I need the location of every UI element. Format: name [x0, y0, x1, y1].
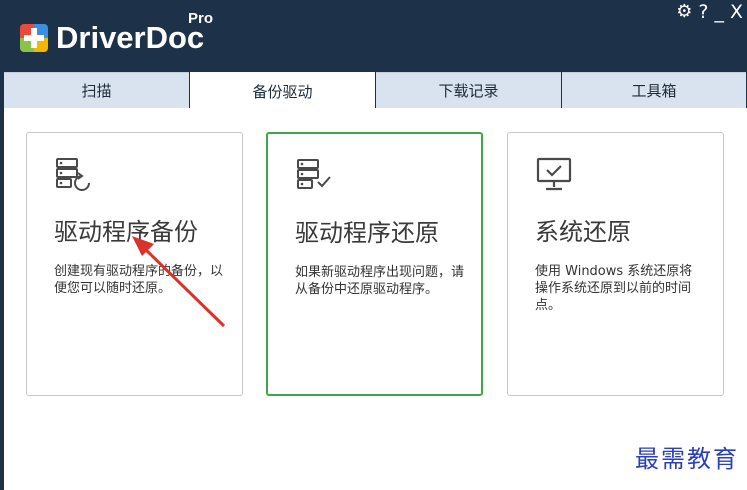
app-logo: DriverDoc Pro	[20, 10, 213, 56]
tab-backup-drivers[interactable]: 备份驱动	[190, 72, 375, 109]
title-bar: DriverDoc Pro ⚙ ? _ X	[0, 0, 747, 72]
help-button[interactable]: ?	[698, 0, 708, 24]
logo-text: DriverDoc	[56, 20, 205, 55]
tab-download-history[interactable]: 下载记录	[376, 72, 561, 108]
server-check-icon	[296, 158, 334, 196]
driver-backup-card[interactable]: 驱动程序备份 创建现有驱动程序的备份，以便您可以随时还原。	[26, 132, 243, 396]
card-title: 驱动程序还原	[295, 219, 439, 247]
close-button[interactable]: X	[730, 0, 743, 24]
settings-gear-icon[interactable]: ⚙	[676, 0, 692, 24]
logo-pro-badge: Pro	[188, 10, 214, 27]
server-backup-icon	[55, 157, 93, 195]
card-title: 驱动程序备份	[54, 218, 198, 246]
tab-toolbox[interactable]: 工具箱	[562, 72, 746, 108]
card-title: 系统还原	[535, 218, 631, 246]
tab-bar: 扫描 备份驱动 下载记录 工具箱	[4, 72, 747, 109]
driver-restore-card[interactable]: 驱动程序还原 如果新驱动程序出现问题，请从备份中还原驱动程序。	[266, 132, 483, 396]
card-description: 如果新驱动程序出现问题，请从备份中还原驱动程序。	[295, 265, 465, 297]
card-description: 创建现有驱动程序的备份，以便您可以随时还原。	[54, 264, 224, 296]
minimize-button[interactable]: _	[714, 0, 724, 24]
monitor-check-icon	[536, 157, 574, 197]
driverdoc-logo-icon	[20, 24, 48, 52]
main-panel: 驱动程序备份 创建现有驱动程序的备份，以便您可以随时还原。 驱动程序还原 如果新…	[4, 108, 747, 490]
tab-scan[interactable]: 扫描	[4, 72, 189, 108]
watermark: 最需教育	[635, 445, 739, 473]
card-description: 使用 Windows 系统还原将操作系统还原到以前的时间点。	[535, 264, 693, 313]
system-restore-card[interactable]: 系统还原 使用 Windows 系统还原将操作系统还原到以前的时间点。	[507, 132, 724, 396]
window-controls: ⚙ ? _ X	[676, 0, 743, 24]
